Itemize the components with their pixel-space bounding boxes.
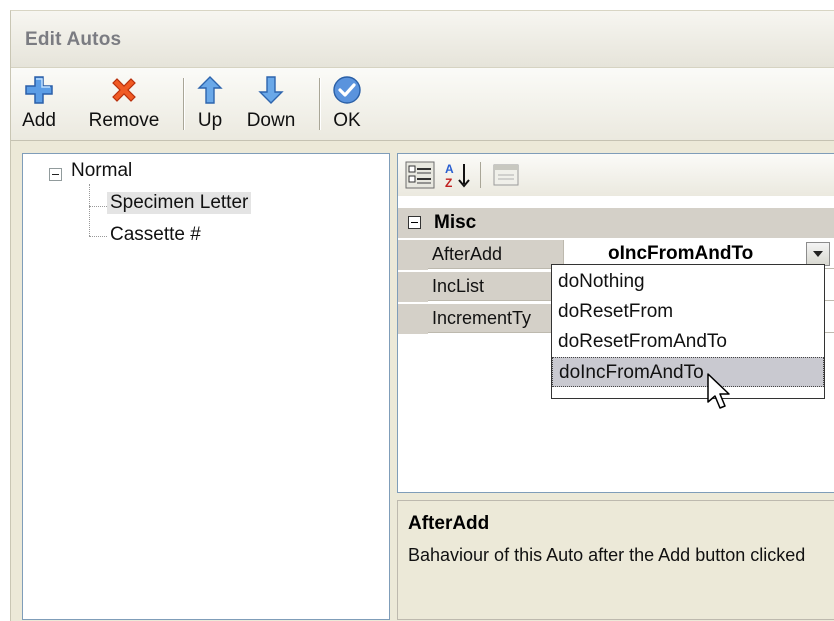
property-name[interactable]: IncList bbox=[428, 272, 564, 301]
tree-node-normal[interactable]: Normal bbox=[71, 160, 132, 182]
tree-connector bbox=[89, 236, 107, 237]
description-title: AfterAdd bbox=[408, 513, 490, 534]
toolbar-separator bbox=[480, 162, 481, 188]
dropdown-option[interactable]: doResetFrom bbox=[552, 297, 824, 327]
property-pages-icon[interactable] bbox=[490, 160, 522, 190]
tree-node-specimen-letter[interactable]: Specimen Letter bbox=[107, 192, 252, 214]
collapse-icon[interactable] bbox=[49, 168, 62, 181]
dropdown-option-selected[interactable]: doIncFromAndTo bbox=[552, 357, 824, 387]
ok-button[interactable]: OK bbox=[329, 74, 365, 134]
description-panel: AfterAdd Bahaviour of this Auto after th… bbox=[397, 500, 834, 620]
afteradd-dropdown-list[interactable]: doNothing doResetFrom doResetFromAndTo d… bbox=[551, 264, 825, 399]
remove-button[interactable]: Remove bbox=[81, 74, 167, 134]
alphabetical-sort-icon[interactable]: A Z bbox=[442, 160, 474, 190]
remove-label: Remove bbox=[88, 110, 160, 131]
dropdown-option[interactable]: doResetFromAndTo bbox=[552, 327, 824, 357]
dropdown-arrow-icon[interactable] bbox=[806, 242, 830, 266]
up-button[interactable]: Up bbox=[193, 74, 227, 134]
autos-tree[interactable]: Normal Specimen Letter Cassette # bbox=[22, 153, 390, 620]
svg-text:Z: Z bbox=[445, 176, 452, 190]
collapse-icon[interactable] bbox=[408, 216, 421, 229]
dropdown-option[interactable]: doNothing bbox=[552, 267, 824, 297]
categorized-view-icon[interactable] bbox=[404, 160, 436, 190]
down-arrow-icon bbox=[258, 76, 284, 104]
title-bar: Edit Autos bbox=[11, 11, 834, 68]
ok-label: OK bbox=[333, 110, 361, 131]
add-button[interactable]: Add bbox=[17, 74, 61, 134]
category-label: Misc bbox=[434, 212, 477, 233]
ok-check-icon bbox=[333, 76, 361, 104]
remove-icon bbox=[112, 78, 136, 102]
add-icon bbox=[25, 76, 53, 104]
tree-connector bbox=[89, 184, 90, 236]
mouse-pointer-icon bbox=[707, 373, 730, 409]
up-label: Up bbox=[197, 110, 223, 131]
toolbar: Add Remove Up Down OK bbox=[11, 68, 834, 141]
down-label: Down bbox=[246, 110, 296, 131]
property-name[interactable]: IncrementTy bbox=[428, 304, 564, 333]
tree-node-cassette[interactable]: Cassette # bbox=[110, 224, 201, 246]
description-text: Bahaviour of this Auto after the Add but… bbox=[408, 545, 806, 565]
toolbar-separator bbox=[319, 78, 321, 130]
property-name[interactable]: AfterAdd bbox=[428, 240, 564, 269]
down-button[interactable]: Down bbox=[241, 74, 301, 134]
window-title: Edit Autos bbox=[25, 29, 122, 50]
up-arrow-icon bbox=[197, 76, 223, 104]
category-row-misc[interactable]: Misc bbox=[398, 208, 834, 238]
property-grid-toolbar: A Z bbox=[398, 154, 834, 196]
toolbar-separator bbox=[183, 78, 185, 130]
add-label: Add bbox=[22, 110, 56, 131]
svg-text:A: A bbox=[445, 162, 454, 176]
tree-connector bbox=[89, 206, 107, 207]
